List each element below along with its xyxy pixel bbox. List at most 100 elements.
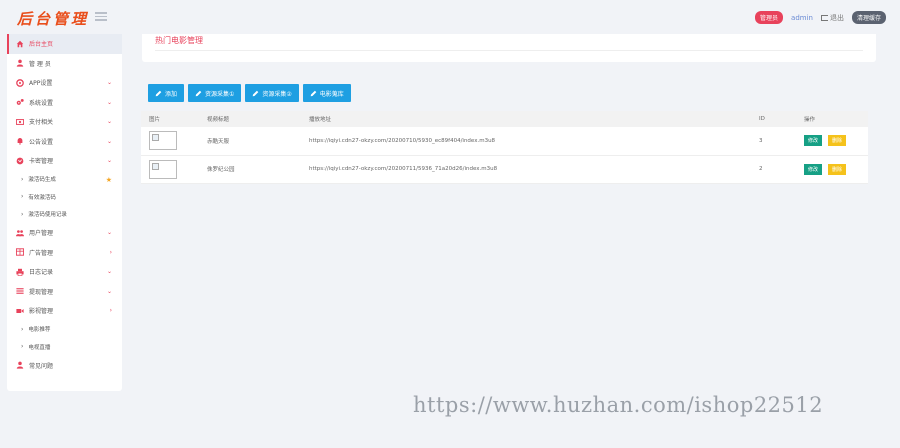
id-cell: 3 — [759, 137, 763, 144]
sidebar-item-label: APP设置 — [29, 80, 53, 88]
sidebar-subitem-label: 激活码生成 — [28, 177, 56, 184]
chevron-right-icon: › — [109, 248, 112, 256]
chevron-down-icon: ⌄ — [106, 118, 112, 125]
edit-button[interactable]: 修改 — [804, 135, 823, 147]
list-icon — [16, 288, 24, 295]
logout-icon — [820, 14, 828, 21]
add-button[interactable]: 添加 — [148, 84, 185, 102]
sidebar-item-card-keys[interactable]: 卡密管理 ⌄ — [7, 151, 122, 171]
sidebar-item-faq[interactable]: 常见问题 — [7, 356, 122, 376]
play-url-cell: https://iqiyi.cdn27-okzy.com/20200710/59… — [309, 137, 496, 144]
sidebar-item-home[interactable]: 后台主页 — [7, 34, 122, 54]
edit-button[interactable]: 修改 — [804, 163, 823, 175]
settings-circle-icon — [16, 78, 24, 87]
user-icon — [16, 59, 24, 67]
movie-library-label: 电影蒐库 — [319, 90, 344, 98]
users-icon — [16, 229, 24, 236]
table-header-row: 图片 视频标题 播放地址 ID 操作 — [141, 111, 868, 127]
star-icon: ★ — [105, 175, 112, 184]
username-link[interactable]: admin — [791, 14, 813, 22]
play-url-cell: https://iqiyi.cdn27-okzy.com/20200711/59… — [309, 166, 498, 172]
collect-source-2-label: 资源采集② — [262, 90, 292, 98]
delete-button[interactable]: 删除 — [828, 135, 847, 147]
sidebar-subitem-label: 激活码使用记录 — [28, 212, 67, 219]
broken-image-icon — [149, 159, 177, 179]
chevron-down-icon: ⌄ — [106, 287, 112, 295]
collect-source-1-label: 资源采集① — [205, 90, 235, 98]
sidebar-item-label: 日志记录 — [29, 269, 54, 277]
sidebar-subitem-valid-codes[interactable]: › 有效激活码 — [7, 188, 122, 206]
payment-icon — [16, 118, 24, 125]
sidebar: 后台主页 管 理 员 APP设置 ⌄ 系统设置 ⌄ 支付相关 ⌄ 公告设置 ⌄ … — [7, 34, 122, 391]
chevron-down-icon: ⌄ — [106, 229, 112, 236]
table-row: 侏罗纪公园 https://iqiyi.cdn27-okzy.com/20200… — [141, 155, 868, 183]
video-title-cell: 侏罗纪公园 — [207, 167, 235, 173]
collect-source-2-button[interactable]: 资源采集② — [245, 84, 299, 102]
chevron-right-icon: › — [21, 175, 24, 183]
header-actions: 管理员 admin 退出 清理缓存 — [755, 11, 886, 24]
sidebar-item-logs[interactable]: 日志记录 ⌄ — [7, 262, 122, 282]
sidebar-subitem-label: 电影推荐 — [28, 327, 51, 334]
sidebar-subitem-movie-recommend[interactable]: › 电影推荐 — [7, 321, 122, 339]
collect-source-1-button[interactable]: 资源采集① — [188, 84, 242, 102]
sidebar-item-app-settings[interactable]: APP设置 ⌄ — [7, 73, 122, 93]
chevron-right-icon: › — [21, 210, 24, 218]
movies-table: 图片 视频标题 播放地址 ID 操作 赤酷天服 https://iqiyi.cd… — [141, 111, 868, 184]
add-button-label: 添加 — [165, 90, 178, 98]
sidebar-item-users[interactable]: 用户管理 ⌄ — [7, 223, 122, 243]
pencil-icon — [195, 90, 202, 96]
toolbar: 添加 资源采集① 资源采集② 电影蒐库 — [148, 84, 351, 102]
app-logo[interactable]: 后台管理 — [17, 8, 89, 29]
sidebar-subitem-code-usage[interactable]: › 激活码使用记录 — [7, 206, 122, 224]
sidebar-item-system-settings[interactable]: 系统设置 ⌄ — [7, 93, 122, 113]
sidebar-item-videos[interactable]: 影视管理 › — [7, 301, 122, 321]
chevron-down-icon: ⌄ — [106, 157, 112, 164]
sidebar-item-label: 常见问题 — [29, 362, 54, 370]
sidebar-subitem-label: 有效激活码 — [28, 194, 56, 201]
logout-button[interactable]: 退出 — [820, 13, 844, 23]
sidebar-item-ads[interactable]: 广告管理 › — [7, 243, 122, 263]
sidebar-subitem-generate-code[interactable]: › 激活码生成 ★ — [7, 171, 122, 189]
clear-cache-button[interactable]: 清理缓存 — [851, 11, 886, 24]
gears-icon — [16, 99, 24, 106]
broken-image-icon — [149, 131, 177, 151]
table-row: 赤酷天服 https://iqiyi.cdn27-okzy.com/202007… — [141, 127, 868, 155]
sidebar-item-label: 系统设置 — [29, 99, 54, 107]
video-icon — [16, 308, 24, 313]
chevron-down-icon: ⌄ — [106, 79, 112, 86]
delete-button[interactable]: 删除 — [828, 163, 847, 175]
sidebar-subitem-tv-live[interactable]: › 电视直播 — [7, 338, 122, 356]
page-title: 热门电影管理 — [155, 36, 203, 45]
column-header-title: 视频标题 — [207, 117, 230, 123]
sidebar-item-notice[interactable]: 公告设置 ⌄ — [7, 132, 122, 152]
logout-label: 退出 — [829, 13, 844, 22]
chevron-right-icon: › — [21, 193, 24, 201]
chevron-down-icon: ⌄ — [106, 268, 112, 275]
column-header-id: ID — [759, 116, 765, 122]
sidebar-item-label: 广告管理 — [29, 249, 54, 257]
sidebar-item-payment[interactable]: 支付相关 ⌄ — [7, 112, 122, 132]
user-icon — [16, 361, 24, 369]
sidebar-item-withdraw[interactable]: 提现管理 ⌄ — [7, 282, 122, 302]
pencil-icon — [310, 90, 317, 96]
movie-library-button[interactable]: 电影蒐库 — [302, 84, 351, 102]
sidebar-item-label: 卡密管理 — [29, 158, 54, 166]
sidebar-item-label: 提现管理 — [29, 288, 54, 296]
pencil-icon — [253, 90, 259, 96]
sidebar-item-label: 影视管理 — [29, 308, 54, 316]
chevron-right-icon: › — [109, 307, 112, 314]
chevron-down-icon: ⌄ — [106, 137, 112, 145]
column-header-image: 图片 — [149, 117, 161, 123]
chevron-right-icon: › — [21, 343, 24, 351]
globe-icon — [16, 157, 24, 165]
printer-icon — [16, 268, 24, 276]
sidebar-item-label: 后台主页 — [29, 41, 54, 49]
watermark-text: https://www.huzhan.com/ishop22512 — [413, 393, 824, 417]
chevron-right-icon: › — [21, 325, 24, 333]
menu-toggle-icon[interactable] — [95, 12, 107, 21]
sidebar-item-admins[interactable]: 管 理 员 — [7, 54, 122, 74]
grid-icon — [16, 248, 24, 256]
top-bar: 后台管理 管理员 admin 退出 清理缓存 — [0, 0, 900, 34]
sidebar-subitem-label: 电视直播 — [28, 344, 51, 351]
column-header-url: 播放地址 — [309, 117, 332, 123]
